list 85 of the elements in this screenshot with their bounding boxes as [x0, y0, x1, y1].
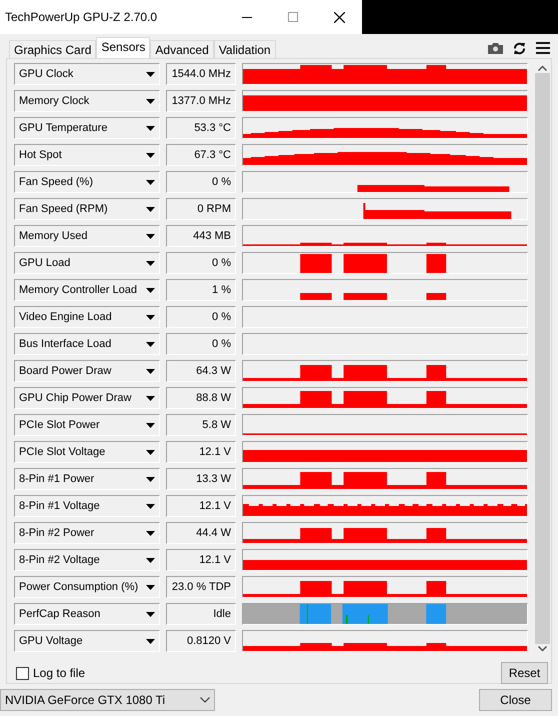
- sensor-value: 88.8 W: [166, 387, 236, 409]
- scroll-down-icon[interactable]: [538, 646, 546, 652]
- caret-icon: [146, 314, 155, 320]
- sensor-selector[interactable]: 8-Pin #1 Power: [14, 468, 160, 490]
- caret-icon: [146, 180, 155, 184]
- sensor-selector[interactable]: Fan Speed (%): [14, 171, 160, 193]
- sensor-value: 443 MB: [166, 225, 236, 247]
- refresh-icon[interactable]: [513, 42, 526, 54]
- caret-icon: [146, 98, 155, 104]
- sensor-value: 0.8120 V: [166, 630, 236, 652]
- reset-button[interactable]: Reset: [501, 662, 548, 684]
- sensor-value: 0 %: [166, 306, 236, 328]
- sensor-value: 5.8 W: [166, 414, 236, 436]
- sensor-value: 53.3 °C: [166, 117, 236, 139]
- sensor-selector[interactable]: Board Power Draw: [14, 360, 160, 382]
- device-dropdown[interactable]: NVIDIA GeForce GTX 1080 Ti: [0, 689, 215, 711]
- caret-icon: [146, 504, 155, 508]
- caret-icon: [146, 342, 155, 346]
- tab[interactable]: Advanced: [150, 40, 214, 58]
- sensor-selector[interactable]: 8-Pin #2 Voltage: [14, 549, 160, 571]
- caret-icon: [146, 260, 155, 266]
- sensor-value: 12.1 V: [166, 441, 236, 463]
- caret-icon: [146, 72, 155, 76]
- sensor-value: 0 RPM: [166, 198, 236, 220]
- caret-icon: [146, 152, 155, 158]
- sensor-selector[interactable]: Fan Speed (RPM): [14, 198, 160, 220]
- window-title: TechPowerUp GPU-Z 2.70.0: [5, 10, 158, 24]
- tab[interactable]: Sensors: [96, 37, 150, 58]
- sensor-value: 44.4 W: [166, 522, 236, 544]
- sensor-value: 12.1 V: [166, 549, 236, 571]
- sensor-value: 1 %: [166, 279, 236, 301]
- sensor-selector[interactable]: Memory Controller Load: [14, 279, 160, 301]
- close-icon[interactable]: [334, 12, 344, 22]
- close-button[interactable]: Close: [479, 689, 552, 711]
- checkbox[interactable]: [16, 666, 29, 680]
- sensor-selector[interactable]: Bus Interface Load: [14, 333, 160, 355]
- caret-icon: [146, 476, 155, 482]
- sensor-value: Idle: [166, 603, 236, 625]
- sensor-selector[interactable]: GPU Temperature: [14, 117, 160, 139]
- sensor-value: 0 %: [166, 333, 236, 355]
- maximize-icon[interactable]: [288, 12, 298, 22]
- sensor-selector[interactable]: GPU Chip Power Draw: [14, 387, 160, 409]
- sensor-selector[interactable]: PerfCap Reason: [14, 603, 160, 625]
- sensor-value: 64.3 W: [166, 360, 236, 382]
- caret-icon: [146, 206, 155, 212]
- sensor-selector[interactable]: PCIe Slot Power: [14, 414, 160, 436]
- sensor-value: 12.1 V: [166, 495, 236, 517]
- sensor-value: 67.3 °C: [166, 144, 236, 166]
- sensor-selector[interactable]: Memory Used: [14, 225, 160, 247]
- sensor-selector[interactable]: 8-Pin #1 Voltage: [14, 495, 160, 517]
- sensor-selector[interactable]: Power Consumption (%): [14, 576, 160, 598]
- caret-icon: [146, 558, 155, 562]
- menu-icon[interactable]: [536, 42, 550, 54]
- caret-icon: [146, 288, 155, 292]
- checkbox-label: Log to file: [33, 666, 86, 680]
- sensor-selector[interactable]: 8-Pin #2 Power: [14, 522, 160, 544]
- sensor-selector[interactable]: GPU Voltage: [14, 630, 160, 652]
- caret-icon: [146, 422, 155, 428]
- sensor-selector[interactable]: Memory Clock: [14, 90, 160, 112]
- camera-icon[interactable]: [488, 42, 503, 54]
- sensor-value: 23.0 % TDP: [166, 576, 236, 598]
- sensor-selector[interactable]: GPU Clock: [14, 63, 160, 85]
- caret-icon: [146, 126, 155, 130]
- caret-icon: [146, 368, 155, 374]
- sensor-value: 0 %: [166, 171, 236, 193]
- caret-icon: [146, 584, 155, 590]
- tab[interactable]: Graphics Card: [9, 40, 96, 58]
- sensor-value: 0 %: [166, 252, 236, 274]
- caret-icon: [146, 450, 155, 454]
- sensor-selector[interactable]: Video Engine Load: [14, 306, 160, 328]
- sensor-value: 1544.0 MHz: [166, 63, 236, 85]
- sensor-value: 1377.0 MHz: [166, 90, 236, 112]
- sensor-selector[interactable]: Hot Spot: [14, 144, 160, 166]
- caret-icon: [146, 396, 155, 400]
- chevron-icon: [200, 697, 210, 703]
- sensor-selector[interactable]: PCIe Slot Voltage: [14, 441, 160, 463]
- sensor-value: 13.3 W: [166, 468, 236, 490]
- caret-icon: [146, 234, 155, 238]
- caret-icon: [146, 638, 155, 644]
- caret-icon: [146, 612, 155, 616]
- tab[interactable]: Validation: [214, 40, 276, 58]
- caret-icon: [146, 530, 155, 536]
- sensor-selector[interactable]: GPU Load: [14, 252, 160, 274]
- scroll-up-icon[interactable]: [538, 65, 546, 71]
- minimize-icon[interactable]: [242, 16, 252, 18]
